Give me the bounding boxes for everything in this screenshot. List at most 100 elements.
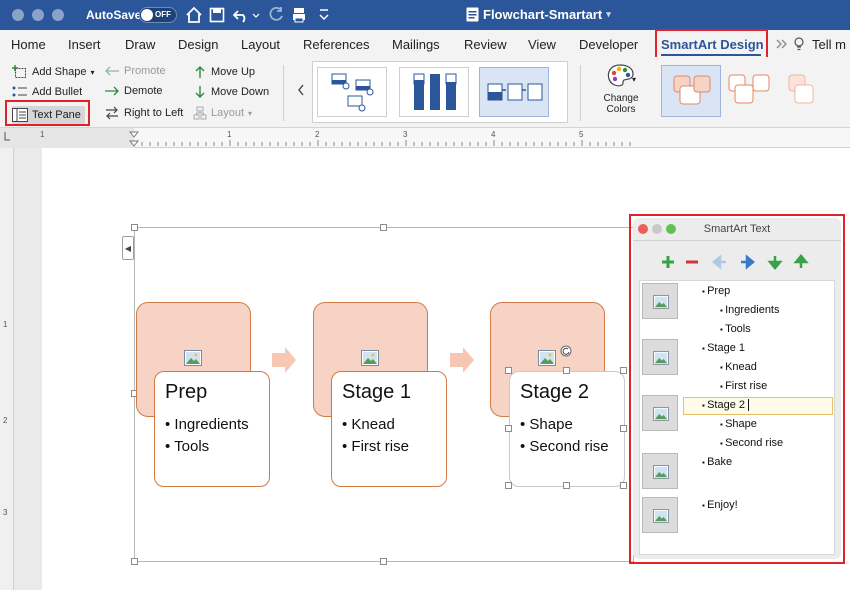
shape-bullet-text: Ingredients: [174, 416, 249, 433]
shape-bullet-text: Knead: [351, 416, 395, 433]
shape-bullet[interactable]: • Second rise: [520, 436, 614, 458]
resize-handle[interactable]: [131, 224, 138, 231]
layout-thumb-2[interactable]: [399, 67, 469, 117]
shape-text-box[interactable]: Prep • Ingredients • Tools: [154, 371, 270, 487]
picture-icon[interactable]: [538, 350, 556, 366]
picture-icon[interactable]: [184, 350, 202, 366]
ribbon-divider-2: [580, 65, 581, 121]
vertical-ruler[interactable]: 1 2 3: [0, 148, 14, 590]
resize-handle[interactable]: [620, 425, 627, 432]
print-icon[interactable]: [292, 6, 306, 24]
tab-mailings[interactable]: Mailings: [392, 37, 440, 52]
ruler-mark: 4: [491, 130, 496, 139]
shape-title[interactable]: Prep: [165, 381, 259, 404]
undo-dropdown-icon[interactable]: [252, 6, 260, 24]
change-colors-dropdown-icon[interactable]: ▾: [632, 75, 636, 84]
maximize-window-icon[interactable]: [52, 9, 64, 21]
tab-design[interactable]: Design: [178, 37, 218, 52]
document-title-text: Flowchart-Smartart: [483, 7, 603, 22]
shape-title[interactable]: Stage 2: [520, 381, 614, 404]
layout-button[interactable]: Layout ▾: [193, 106, 252, 120]
add-bullet-button[interactable]: Add Bullet: [12, 85, 82, 99]
layout-thumb-3-selected[interactable]: [479, 67, 549, 117]
customize-toolbar-icon[interactable]: [319, 6, 329, 24]
add-bullet-icon: [12, 86, 27, 97]
picture-icon[interactable]: [361, 350, 379, 366]
tell-me-search[interactable]: Tell m: [812, 37, 846, 52]
move-down-label: Move Down: [211, 86, 270, 98]
add-shape-dropdown-icon[interactable]: ▾: [90, 68, 94, 77]
layout-thumb-3-graphic: [487, 83, 543, 101]
flow-arrow: [272, 347, 296, 373]
text-pane-highlight: [5, 100, 90, 126]
style-thumb-2-graphic: [728, 74, 770, 104]
change-colors-button[interactable]: ▾ Change Colors: [598, 63, 644, 123]
ruler-mark: 3: [403, 130, 408, 139]
tab-references[interactable]: References: [303, 37, 369, 52]
tab-insert[interactable]: Insert: [68, 37, 101, 52]
page-gutter: [14, 148, 42, 590]
document-title: Flowchart-Smartart ▾: [466, 7, 611, 22]
tab-draw[interactable]: Draw: [125, 37, 155, 52]
horizontal-ruler[interactable]: 1 1 2 3 4 5: [0, 128, 850, 148]
demote-button[interactable]: Demote: [104, 85, 163, 97]
right-to-left-button[interactable]: Right to Left: [104, 106, 183, 120]
smartart-design-highlight: [655, 29, 768, 59]
resize-handle[interactable]: [620, 482, 627, 489]
gallery-scroll-left-icon[interactable]: [297, 84, 305, 96]
resize-handle[interactable]: [380, 558, 387, 565]
add-shape-button[interactable]: Add Shape ▾: [12, 65, 94, 79]
layout-dropdown-icon[interactable]: ▾: [248, 109, 252, 118]
tab-developer[interactable]: Developer: [579, 37, 638, 52]
move-up-button[interactable]: Move Up: [193, 65, 255, 79]
word-document-icon: [466, 7, 479, 22]
shape-bullet-text: Second rise: [529, 438, 609, 455]
resize-handle[interactable]: [380, 224, 387, 231]
shape-bullet-text: Tools: [174, 438, 210, 455]
resize-handle[interactable]: [505, 482, 512, 489]
redo-icon[interactable]: [268, 6, 284, 24]
ruler-mark: 1: [40, 130, 45, 139]
move-down-button[interactable]: Move Down: [193, 85, 269, 99]
style-thumb-3[interactable]: [783, 65, 843, 117]
shape-bullet[interactable]: • Shape: [520, 414, 614, 436]
resize-handle[interactable]: [563, 482, 570, 489]
close-window-icon[interactable]: [12, 9, 24, 21]
save-icon[interactable]: [209, 6, 225, 24]
tab-review[interactable]: Review: [464, 37, 507, 52]
shape-title[interactable]: Stage 1: [342, 381, 436, 404]
minimize-window-icon[interactable]: [32, 9, 44, 21]
shape-bullet[interactable]: • Knead: [342, 414, 436, 436]
tab-view[interactable]: View: [528, 37, 556, 52]
ruler-mark: 2: [315, 130, 320, 139]
title-dropdown-icon[interactable]: ▾: [606, 9, 611, 20]
more-tabs-icon[interactable]: [776, 39, 788, 49]
shape-bullet-text: Shape: [529, 416, 573, 433]
shape-text-box[interactable]: Stage 1 • Knead • First rise: [331, 371, 447, 487]
resize-handle[interactable]: [563, 367, 570, 374]
undo-icon[interactable]: [233, 6, 249, 24]
resize-handle[interactable]: [505, 425, 512, 432]
style-thumb-2[interactable]: [723, 65, 783, 117]
autosave-state: OFF: [155, 10, 171, 19]
autosave-label: AutoSave: [86, 8, 142, 22]
resize-handle[interactable]: [620, 367, 627, 374]
rotate-handle-icon[interactable]: [560, 345, 572, 357]
tab-layout[interactable]: Layout: [241, 37, 280, 52]
home-icon[interactable]: [186, 6, 202, 24]
text-pane-collapse-toggle[interactable]: ◀: [122, 236, 134, 260]
promote-button[interactable]: Promote: [104, 65, 166, 77]
resize-handle[interactable]: [505, 367, 512, 374]
shape-text-box-selected[interactable]: Stage 2 • Shape • Second rise: [509, 371, 625, 487]
add-shape-label: Add Shape: [32, 66, 87, 78]
shape-bullet[interactable]: • Ingredients: [165, 414, 259, 436]
shape-bullet[interactable]: • Tools: [165, 436, 259, 458]
tab-home[interactable]: Home: [11, 37, 46, 52]
resize-handle[interactable]: [131, 558, 138, 565]
shape-bullet[interactable]: • First rise: [342, 436, 436, 458]
demote-label: Demote: [124, 85, 163, 97]
layout-thumb-1[interactable]: [317, 67, 387, 117]
style-thumb-1-selected[interactable]: [661, 65, 721, 117]
autosave-toggle[interactable]: OFF: [139, 7, 177, 23]
ruler-mark: 1: [227, 130, 232, 139]
